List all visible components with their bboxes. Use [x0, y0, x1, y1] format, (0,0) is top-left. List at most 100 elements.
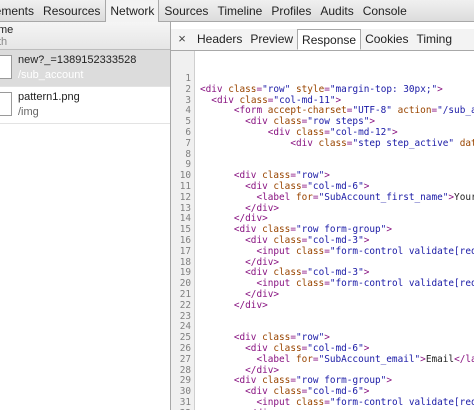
code-token-attr: class	[273, 343, 302, 354]
response-source-view[interactable]: 1 2 <div class="row" style="margin-top: 30…	[171, 51, 474, 410]
code-token-val: "form-control validate[requir	[329, 397, 474, 408]
request-path: /img	[18, 106, 39, 118]
code-token-attr: class	[228, 83, 257, 95]
code-token-tag: <label	[256, 191, 296, 203]
code-token-txt: Your Na	[454, 191, 474, 203]
line-number: 27	[179, 353, 191, 365]
code-token-attr: class	[273, 116, 302, 128]
code-token-val: "SubAccount_first_name"	[318, 191, 449, 203]
code-token-tag: <div	[233, 224, 263, 236]
code-text: <div class="step step_active" data-ste	[200, 137, 474, 150]
code-token-val: "col-md-6"	[307, 181, 364, 192]
tab-preview[interactable]: Preview	[246, 29, 297, 50]
code-token-tag: <div	[233, 170, 263, 182]
code-token-val: "form-control validate[requir	[329, 278, 474, 290]
code-token-val: "UTF-8"	[352, 105, 392, 117]
code-token-attr: for	[295, 353, 313, 365]
code-token-val: "row"	[296, 170, 325, 182]
code-token-tag: </div>	[245, 256, 280, 268]
request-row[interactable]: new?_=1389152333528 /sub_account	[0, 50, 170, 87]
detail-tabbar: × Headers Preview Response Cookies Timin…	[171, 29, 474, 51]
request-list-header[interactable]: me th	[0, 22, 170, 50]
code-token-val: "/sub_accou	[437, 105, 474, 117]
tab-timing[interactable]: Timing	[412, 29, 456, 50]
line-number: 17	[179, 245, 191, 257]
code-token-tag: >	[324, 170, 330, 182]
code-token-val: "row form-group"	[296, 375, 387, 387]
tab-response[interactable]: Response	[297, 29, 362, 50]
tab-audits[interactable]: Audits	[316, 0, 357, 21]
code-token-txt: Email	[425, 353, 455, 365]
tab-resources[interactable]: Resources	[39, 0, 104, 21]
code-token-tag: </div>	[245, 202, 280, 214]
code-token-tag: <div	[290, 137, 319, 149]
code-token-tag: >	[363, 181, 370, 192]
tab-profiles[interactable]: Profiles	[267, 0, 315, 21]
code-token-attr: class	[273, 386, 302, 398]
code-text: </div>	[200, 299, 268, 312]
code-token-attr: class	[239, 94, 268, 106]
code-token-val: "SubAccount_email"	[318, 353, 421, 365]
code-token-val: "row"	[296, 332, 325, 344]
document-file-icon	[0, 55, 12, 79]
code-token-attr: style	[290, 83, 325, 95]
code-token-tag: <div	[245, 181, 274, 192]
code-token-tag: </div>	[245, 289, 280, 300]
code-token-val: "row"	[262, 83, 291, 95]
code-token-attr: class	[262, 375, 291, 387]
code-token-val: "col-md-3"	[307, 267, 364, 279]
tab-timeline[interactable]: Timeline	[213, 0, 266, 21]
code-token-attr: action	[391, 105, 432, 117]
code-token-val: "col-md-3"	[307, 235, 364, 246]
code-token-tag: <div	[245, 386, 274, 398]
code-token-tag: <div	[233, 375, 263, 387]
request-name: pattern1.png	[18, 91, 80, 103]
code-token-val: "row form-group"	[296, 224, 387, 236]
column-header-name: me	[0, 24, 14, 36]
tab-headers[interactable]: Headers	[193, 29, 246, 50]
code-token-tag: <input	[256, 397, 296, 408]
code-token-tag: <div	[211, 94, 240, 106]
code-token-val: "row steps"	[307, 116, 370, 128]
code-token-tag: >	[437, 83, 443, 95]
tab-elements[interactable]: lements	[0, 0, 38, 21]
code-line: 8	[171, 149, 474, 161]
code-token-tag: </label	[454, 353, 474, 365]
code-token-attr: data-ste	[459, 137, 474, 149]
tab-sources[interactable]: Sources	[160, 0, 212, 21]
code-token-tag: </div>	[233, 299, 268, 311]
code-token-tag: <div	[245, 235, 274, 246]
code-token-tag: >	[363, 235, 370, 246]
image-file-icon	[0, 92, 12, 116]
code-token-tag: >	[386, 224, 392, 236]
code-token-tag: >	[391, 127, 398, 138]
code-token-tag: <div	[245, 267, 274, 279]
code-token-tag: <div	[233, 332, 263, 344]
tab-console[interactable]: Console	[359, 0, 411, 21]
code-token-tag: <label	[256, 353, 296, 365]
request-row[interactable]: pattern1.png /img	[0, 87, 170, 124]
close-icon[interactable]: ×	[171, 29, 193, 50]
code-token-tag: >	[369, 116, 376, 128]
code-token-tag: >	[363, 343, 370, 354]
code-token-tag: <form	[233, 105, 268, 117]
code-token-val: "form-control validate[requir	[329, 245, 474, 257]
tab-network[interactable]: Network	[105, 0, 160, 22]
code-line: 23	[171, 311, 474, 323]
request-detail-pane: × Headers Preview Response Cookies Timin…	[171, 22, 474, 410]
tab-cookies[interactable]: Cookies	[361, 29, 412, 50]
